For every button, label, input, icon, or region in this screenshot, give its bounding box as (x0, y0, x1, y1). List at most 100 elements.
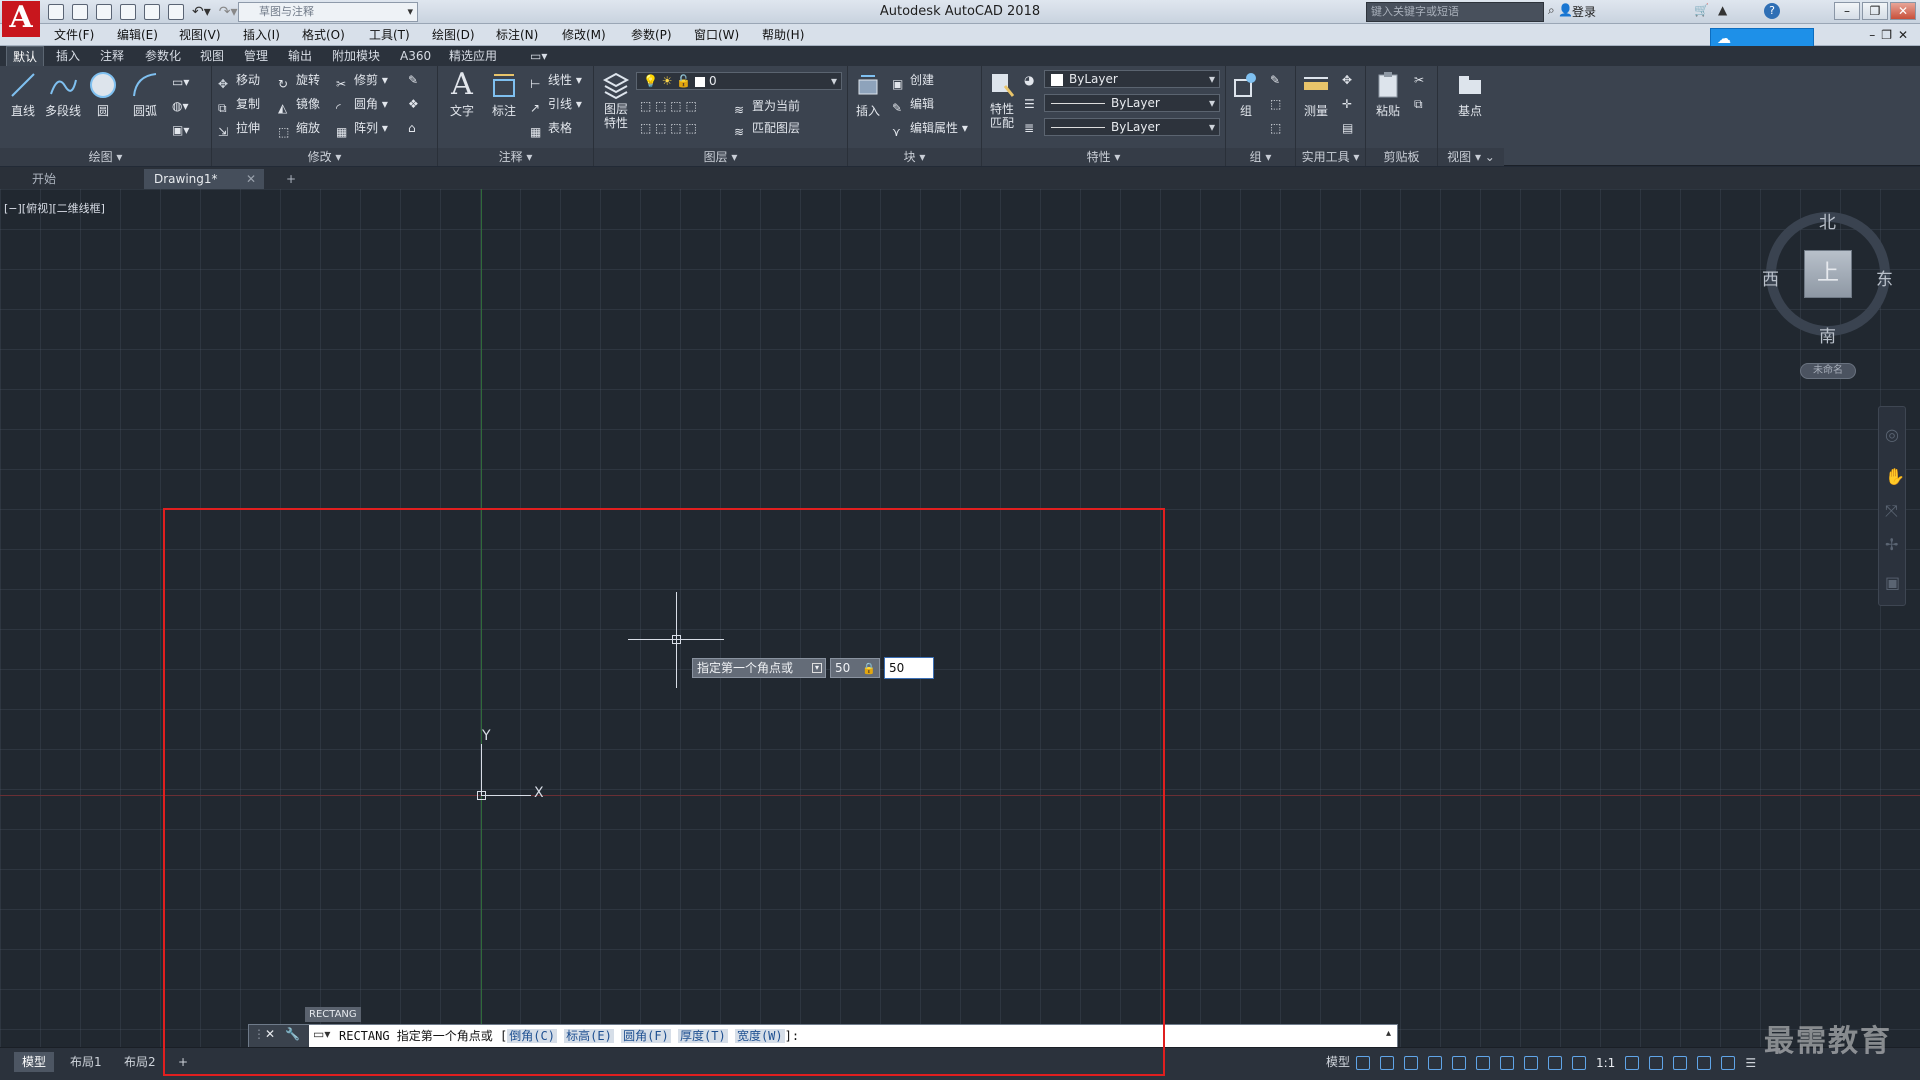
menu-draw[interactable]: 绘图(D) (432, 24, 475, 46)
layer-tools-row2[interactable]: ⬚ ⬚ ⬚ ⬚ (640, 118, 697, 138)
menu-view[interactable]: 视图(V) (179, 24, 221, 46)
compass-east[interactable]: 东 (1876, 265, 1893, 290)
redo-icon[interactable]: ↷▾ (219, 4, 238, 20)
make-current-tool[interactable]: ≋ 置为当前 (734, 96, 800, 117)
viewcube-top-face[interactable]: 上 (1804, 250, 1852, 298)
hardware-acceleration-icon[interactable] (1697, 1056, 1712, 1070)
group-select-icon[interactable]: ⬚ (1270, 118, 1281, 138)
explode-icon[interactable]: ❖ (408, 94, 419, 114)
panel-utilities-footer[interactable]: 实用工具 ▾ (1296, 148, 1365, 166)
workspace-select[interactable]: 草图与注释 (238, 2, 418, 22)
mirror-tool[interactable]: ◭ 镜像 (278, 94, 320, 115)
restore-button[interactable]: ❐ (1862, 2, 1888, 20)
tab-featured-apps[interactable]: 精选应用 (449, 46, 497, 66)
hatch-icon[interactable]: ◍▾ (172, 96, 189, 116)
close-tab-icon[interactable]: ✕ (246, 169, 256, 189)
tab-manage[interactable]: 管理 (244, 46, 268, 66)
point-icon[interactable]: ✛ (1342, 94, 1352, 114)
add-layout-icon[interactable]: + (170, 1052, 196, 1072)
scale-tool[interactable]: ⬚ 缩放 (278, 118, 320, 139)
clean-screen-icon[interactable] (1721, 1056, 1736, 1070)
grid-icon[interactable] (1356, 1056, 1370, 1070)
application-menu-button[interactable]: A (2, 1, 40, 37)
close-icon[interactable]: ✕ (265, 1027, 275, 1041)
wcs-menu-button[interactable]: 未命名 (1800, 363, 1856, 379)
cut-icon[interactable]: ✂ (1414, 70, 1424, 90)
document-window-controls[interactable]: –❐✕ (1869, 24, 1914, 46)
match-layer-tool[interactable]: ≋ 匹配图层 (734, 118, 800, 139)
showmotion-icon[interactable]: ▣ (1885, 573, 1900, 592)
color-wheel-icon[interactable]: ◕ (1024, 70, 1034, 90)
save-as-icon[interactable] (120, 4, 136, 20)
panel-modify-footer[interactable]: 修改 ▾ (212, 148, 437, 166)
zoom-icon[interactable]: ⤧ (1885, 501, 1898, 521)
polyline-tool[interactable]: 多段线 (43, 70, 83, 119)
command-line-handle[interactable]: ⋮ ✕ 🔧 (249, 1025, 309, 1047)
rectangle-icon[interactable]: ▭▾ (172, 72, 189, 92)
menu-modify[interactable]: 修改(M) (562, 24, 606, 46)
paste-tool[interactable]: 粘贴 (1368, 70, 1408, 119)
tab-insert[interactable]: 插入 (56, 46, 80, 66)
menu-format[interactable]: 格式(O) (302, 24, 345, 46)
model-space-button[interactable]: 模型 (1318, 1052, 1358, 1072)
rotate-tool[interactable]: ↻ 旋转 (278, 70, 320, 91)
undo-icon[interactable]: ↶▾ (192, 4, 211, 20)
option-chamfer[interactable]: 倒角(C) (507, 1029, 557, 1043)
print-icon[interactable] (168, 4, 184, 20)
trim-tool[interactable]: ✂ 修剪 ▾ (336, 70, 388, 91)
save-icon[interactable] (96, 4, 112, 20)
command-history-icon[interactable]: ▭▾ (313, 1027, 330, 1041)
dynamic-input-x[interactable]: 50 🔒 (830, 658, 880, 678)
tab-addins[interactable]: 附加模块 (332, 46, 380, 66)
stretch-tool[interactable]: ⇲ 拉伸 (218, 118, 260, 139)
tab-a360[interactable]: A360 (400, 46, 431, 66)
ungroup-icon[interactable]: ⬚ (1270, 94, 1281, 114)
table-tool[interactable]: ▦ 表格 (530, 118, 572, 139)
wrench-icon[interactable]: 🔧 (285, 1027, 300, 1041)
arc-tool[interactable]: 圆弧 (125, 70, 165, 119)
polar-icon[interactable] (1428, 1056, 1442, 1070)
menu-parametric[interactable]: 参数(P) (631, 24, 672, 46)
panel-view-footer[interactable]: 视图 ▾ ⌄ (1438, 148, 1504, 166)
leader-tool[interactable]: ↗ 引线 ▾ (530, 94, 582, 115)
color-dropdown[interactable]: ByLayer (1044, 70, 1220, 88)
menu-file[interactable]: 文件(F) (54, 24, 94, 46)
group-tool[interactable]: 组 (1226, 70, 1266, 119)
edit-block-tool[interactable]: ✎ 编辑 (892, 94, 934, 115)
pan-icon[interactable]: ✋ (1885, 467, 1905, 486)
menu-dimension[interactable]: 标注(N) (496, 24, 538, 46)
option-thickness[interactable]: 厚度(T) (678, 1029, 728, 1043)
menu-window[interactable]: 窗口(W) (694, 24, 739, 46)
selection-cycling-icon[interactable] (1524, 1056, 1538, 1070)
plus-icon[interactable] (1649, 1056, 1664, 1070)
menu-insert[interactable]: 插入(I) (243, 24, 280, 46)
option-width[interactable]: 宽度(W) (734, 1029, 785, 1043)
panel-layers-footer[interactable]: 图层 ▾ (594, 148, 847, 166)
annotation-scale[interactable]: 1:1 (1596, 1056, 1615, 1070)
cart-icon[interactable]: 🛒 (1694, 3, 1709, 17)
text-tool[interactable]: A 文字 (442, 70, 482, 119)
panel-annotation-footer[interactable]: 注释 ▾ (438, 148, 593, 166)
tab-annotate[interactable]: 注释 (100, 46, 124, 66)
edit-attributes-tool[interactable]: ⋎ 编辑属性 ▾ (892, 118, 968, 139)
offset-icon[interactable]: ⌂ (408, 118, 416, 138)
layer-tools-row1[interactable]: ⬚ ⬚ ⬚ ⬚ (640, 96, 697, 116)
linetype-icon[interactable]: ☰ (1024, 94, 1035, 114)
copy-clip-icon[interactable]: ⧉ (1414, 94, 1423, 114)
panel-properties-footer[interactable]: 特性 ▾ (982, 148, 1225, 166)
group-edit-icon[interactable]: ✎ (1270, 70, 1280, 90)
grip-icon[interactable]: ⋮ (253, 1027, 265, 1041)
snap-icon[interactable] (1380, 1056, 1394, 1070)
calculator-icon[interactable]: ▤ (1342, 118, 1353, 138)
isodraft-icon[interactable] (1452, 1056, 1466, 1070)
autodesk-icon[interactable]: ▲ (1718, 3, 1727, 17)
copy-tool[interactable]: ⧉ 复制 (218, 94, 260, 115)
new-file-icon[interactable] (48, 4, 64, 20)
create-block-tool[interactable]: ▣ 创建 (892, 70, 934, 91)
tab-drawing1[interactable]: Drawing1* ✕ (144, 169, 264, 189)
linear-dim-tool[interactable]: ⊢ 线性 ▾ (530, 70, 582, 91)
option-fillet[interactable]: 圆角(F) (621, 1029, 671, 1043)
steering-wheel-icon[interactable]: ◎ (1885, 425, 1899, 444)
new-tab-icon[interactable]: + (276, 169, 306, 189)
ortho-icon[interactable] (1404, 1056, 1418, 1070)
